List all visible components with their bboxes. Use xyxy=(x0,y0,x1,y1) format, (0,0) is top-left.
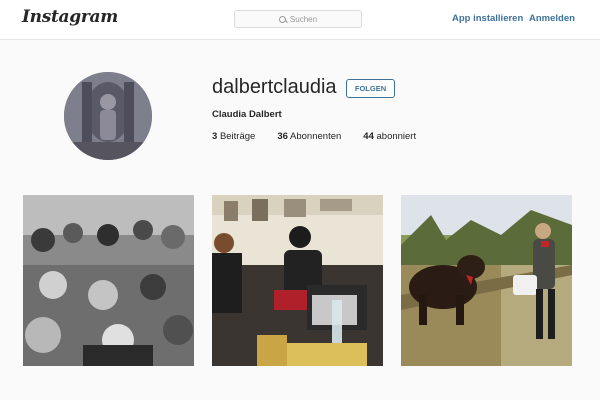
stat-following[interactable]: 44 abonniert xyxy=(363,131,416,142)
post-thumbnail-3[interactable] xyxy=(401,195,572,366)
top-navigation-bar: Instagram Suchen App installieren Anmeld… xyxy=(0,0,600,40)
install-app-link[interactable]: App installieren xyxy=(452,13,523,24)
post-thumbnail-2[interactable] xyxy=(212,195,383,366)
profile-full-name: Claudia Dalbert xyxy=(212,109,282,120)
follow-button[interactable]: FOLGEN xyxy=(346,79,395,98)
search-placeholder: Suchen xyxy=(289,14,318,24)
login-link[interactable]: Anmelden xyxy=(529,13,575,24)
stat-followers[interactable]: 36 Abonnenten xyxy=(277,131,341,142)
post-thumbnail-1[interactable] xyxy=(23,195,194,366)
profile-username: dalbertclaudia xyxy=(212,76,337,98)
profile-stats: 3 Beiträge 36 Abonnenten 44 abonniert xyxy=(212,131,438,142)
stat-posts: 3 Beiträge xyxy=(212,131,256,142)
search-icon xyxy=(278,15,286,23)
search-input[interactable]: Suchen xyxy=(234,10,362,28)
instagram-logo[interactable]: Instagram xyxy=(22,7,118,27)
profile-avatar xyxy=(64,72,152,160)
